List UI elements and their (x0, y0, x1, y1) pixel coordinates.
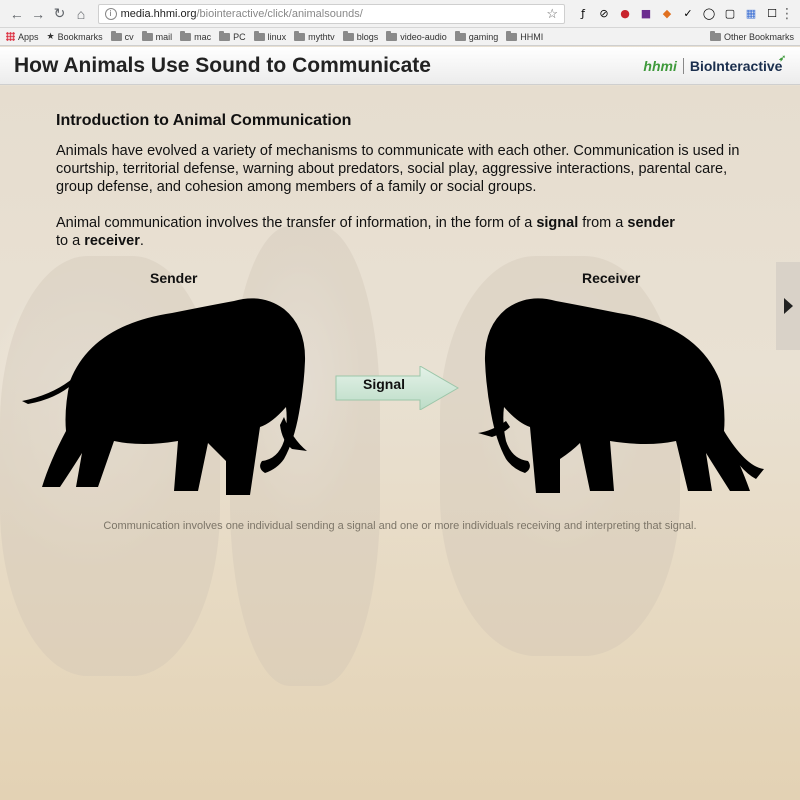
bookmark-folder[interactable]: mac (180, 30, 211, 42)
diagram-caption: Communication involves one individual se… (103, 520, 697, 532)
extensions: ƒ ⊘ ● ■ ◆ ✓ ◯ ▢ ▦ ☐ (575, 6, 780, 22)
receiver-label: Receiver (582, 270, 641, 286)
apps-icon (6, 32, 15, 41)
next-button[interactable] (776, 262, 800, 350)
brand-biointeractive: BioInteractive (689, 57, 783, 74)
bookmark-folder[interactable]: linux (253, 30, 286, 42)
folder-icon (110, 30, 122, 41)
signal-label: Signal (362, 376, 405, 392)
bookmark-bookmarks[interactable]: ★ Bookmarks (47, 31, 103, 42)
play-arrow-icon (783, 298, 793, 314)
folder-icon (454, 30, 466, 41)
term-signal: signal (536, 215, 579, 231)
folder-icon (253, 30, 265, 41)
bookmark-folder[interactable]: blogs (342, 30, 378, 42)
page-title: How Animals Use Sound to Communicate (14, 53, 431, 77)
address-bar[interactable]: i media.hhmi.org /biointeractive/click/a… (97, 3, 565, 24)
pinterest-icon[interactable]: ● (617, 6, 633, 22)
intro-paragraph: Animals have evolved a variety of mechan… (56, 143, 740, 195)
bookmark-folder[interactable]: HHMI (506, 30, 543, 42)
extension-icon[interactable]: ƒ (575, 6, 591, 22)
reload-icon[interactable]: ↻ (49, 3, 70, 25)
extension-icon[interactable]: ◆ (659, 6, 675, 22)
bookmark-folder[interactable]: mail (141, 30, 172, 42)
sender-label: Sender (150, 270, 198, 286)
bookmark-folder[interactable]: gaming (454, 30, 498, 42)
extension-icon[interactable]: ✓ (680, 6, 696, 22)
url-host: media.hhmi.org (120, 7, 197, 20)
folder-icon (294, 30, 306, 41)
extension-icon[interactable]: ⊘ (596, 6, 612, 22)
folder-icon (386, 30, 398, 41)
content-stage: Introduction to Animal Communication Ani… (0, 86, 800, 800)
folder-icon (506, 30, 518, 41)
bookmark-folder[interactable]: mythtv (294, 30, 335, 42)
brand-hhmi: hhmi (643, 57, 677, 74)
folder-icon (219, 30, 231, 41)
section-heading: Introduction to Animal Communication (56, 112, 352, 129)
browser-toolbar: ← → ↻ ⌂ i media.hhmi.org /biointeractive… (0, 0, 800, 28)
receiver-elephant-icon (478, 298, 764, 493)
brand-logo[interactable]: hhmi BioInteractive ➶ (643, 53, 786, 74)
star-icon: ★ (46, 31, 55, 41)
url-path: /biointeractive/click/animalsounds/ (196, 7, 363, 20)
definition-paragraph: Animal communication involves the transf… (56, 215, 675, 249)
info-icon[interactable]: i (104, 7, 117, 20)
bookmark-apps[interactable]: Apps (6, 32, 39, 42)
sender-elephant-icon (22, 298, 307, 495)
other-bookmarks[interactable]: Other Bookmarks (709, 30, 794, 42)
page-header: How Animals Use Sound to Communicate hhm… (0, 47, 800, 85)
brand-divider (682, 57, 684, 74)
folder-icon (141, 30, 153, 41)
folder-icon (180, 30, 192, 41)
extension-icon[interactable]: ■ (638, 6, 654, 22)
folder-icon (342, 30, 354, 41)
back-icon[interactable]: ← (6, 3, 27, 25)
folder-icon (709, 30, 721, 41)
home-icon[interactable]: ⌂ (70, 3, 91, 25)
extension-icon[interactable]: ▢ (722, 6, 738, 22)
extension-icon[interactable]: ☐ (764, 6, 780, 22)
term-sender: sender (627, 215, 675, 231)
bookmark-star-icon[interactable]: ☆ (546, 6, 558, 22)
forward-icon[interactable]: → (27, 3, 48, 25)
menu-icon[interactable]: ⋮ (780, 6, 794, 22)
brand-swoosh-icon: ➶ (778, 53, 786, 63)
bookmark-folder[interactable]: video-audio (386, 30, 447, 42)
bookmarks-bar: Apps ★ Bookmarks cv mail mac PC linux myt… (0, 28, 800, 46)
extension-icon[interactable]: ◯ (701, 6, 717, 22)
calendar-icon[interactable]: ▦ (743, 6, 759, 22)
bookmark-folder[interactable]: PC (219, 30, 246, 42)
bookmark-folder[interactable]: cv (110, 30, 134, 42)
term-receiver: receiver (84, 233, 140, 249)
